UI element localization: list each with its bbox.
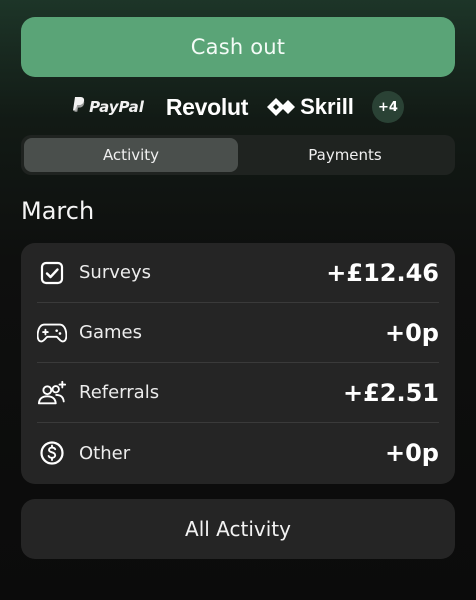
more-providers-count: +4	[377, 99, 398, 115]
earnings-row-surveys[interactable]: Surveys +£12.46	[37, 243, 439, 303]
earnings-label: Games	[79, 322, 142, 343]
paypal-wordmark: PayPal	[89, 98, 144, 116]
more-providers-badge[interactable]: +4	[371, 91, 404, 123]
tab-bar: Activity Payments	[21, 135, 455, 175]
tab-activity-label: Activity	[102, 146, 160, 164]
revolut-wordmark: Revolut	[165, 93, 249, 120]
earnings-amount: +£12.46	[326, 258, 439, 287]
tab-activity[interactable]: Activity	[24, 138, 238, 172]
payment-providers: PayPal Revolut Skrill +4	[0, 88, 476, 126]
all-activity-label: All Activity	[185, 517, 291, 541]
earnings-amount: +0p	[385, 318, 439, 347]
earnings-row-other[interactable]: Other +0p	[37, 423, 439, 483]
paypal-icon	[72, 96, 85, 118]
tab-payments-label: Payments	[308, 146, 382, 164]
dollar-circle-icon	[37, 438, 67, 468]
earnings-amount: +0p	[385, 439, 439, 467]
skrill-wordmark: Skrill	[300, 94, 354, 119]
skrill-icon	[267, 98, 296, 116]
earnings-label: Referrals	[79, 382, 160, 403]
revolut-logo: Revolut	[165, 93, 249, 121]
earnings-label: Surveys	[79, 262, 151, 283]
earnings-card: Surveys +£12.46 Games +0p Referrals +£2.…	[21, 243, 455, 484]
paypal-logo: PayPal	[72, 96, 144, 118]
cash-out-button[interactable]: Cash out	[21, 17, 455, 77]
gamepad-icon	[37, 318, 67, 348]
referrals-icon	[37, 378, 67, 408]
cash-out-label: Cash out	[190, 35, 286, 59]
month-heading: March	[21, 197, 95, 225]
earnings-row-games[interactable]: Games +0p	[37, 303, 439, 363]
tab-payments[interactable]: Payments	[238, 138, 452, 172]
earnings-row-referrals[interactable]: Referrals +£2.51	[37, 363, 439, 423]
all-activity-button[interactable]: All Activity	[21, 499, 455, 559]
skrill-logo: Skrill	[267, 94, 354, 120]
earnings-label: Other	[79, 442, 131, 464]
earnings-amount: +£2.51	[342, 378, 439, 407]
checkbox-icon	[37, 258, 67, 288]
